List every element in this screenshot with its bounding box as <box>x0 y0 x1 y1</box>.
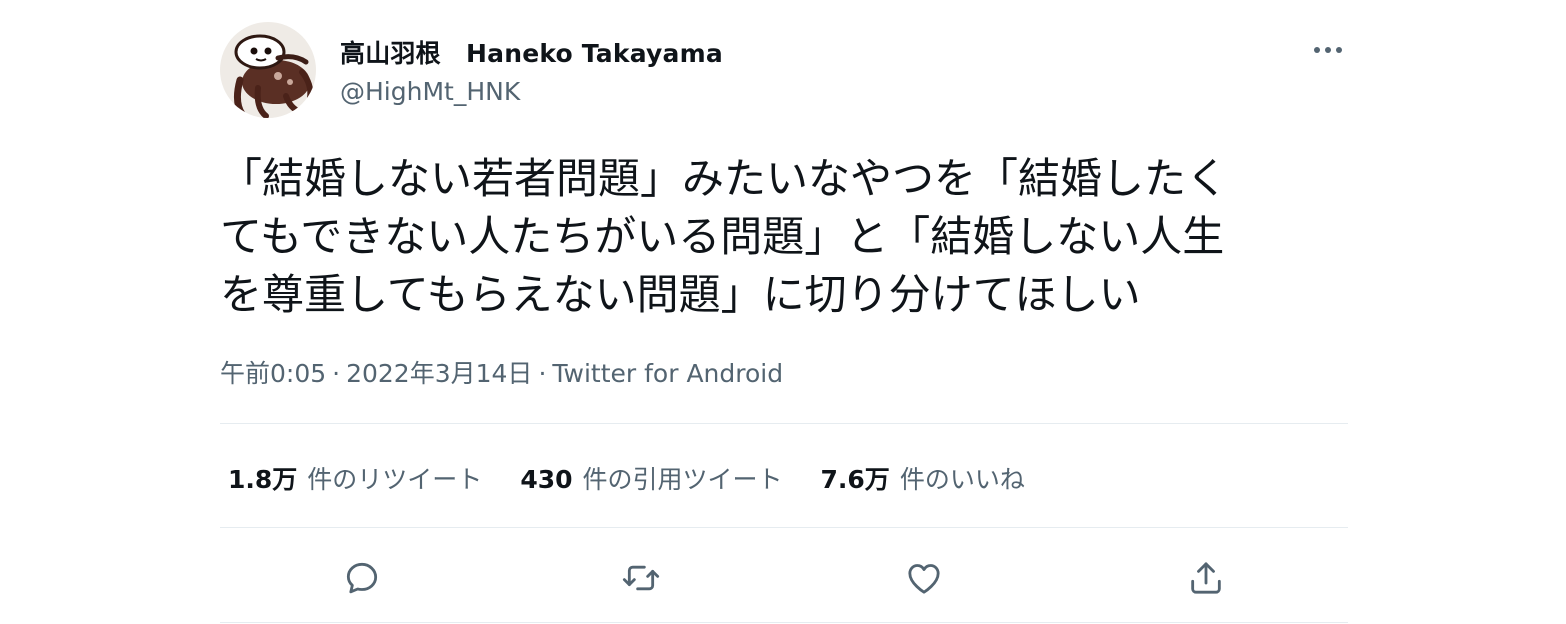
likes-stat[interactable]: 7.6万 件のいいね <box>821 460 1025 496</box>
reply-button[interactable] <box>338 554 386 602</box>
avatar-image <box>220 22 316 118</box>
tweet-card: 高山羽根 Haneko Takayama @HighMt_HNK 「結婚しない若… <box>220 0 1348 624</box>
tweet-stats: 1.8万 件のリツイート 430 件の引用ツイート 7.6万 件のいいね <box>228 460 1063 496</box>
quotes-count: 430 <box>520 465 573 494</box>
retweets-label: 件のリツイート <box>307 465 483 494</box>
divider <box>220 423 1348 424</box>
tweet-text: 「結婚しない若者問題」みたいなやつを「結婚したく てもできない人たちがいる問題」… <box>220 154 1229 319</box>
tweet-time[interactable]: 午前0:05 <box>220 359 326 388</box>
share-button[interactable] <box>1182 554 1230 602</box>
more-horizontal-icon <box>1314 47 1342 53</box>
likes-label: 件のいいね <box>899 465 1025 494</box>
tweet-source[interactable]: Twitter for Android <box>552 359 783 388</box>
author-name[interactable]: 高山羽根 Haneko Takayama <box>340 34 723 70</box>
share-icon <box>1191 562 1221 594</box>
retweet-icon <box>622 565 660 591</box>
reply-icon <box>346 562 378 594</box>
meta-separator: · <box>332 359 341 388</box>
tweet-meta: 午前0:05 · 2022年3月14日 · Twitter for Android <box>220 354 783 390</box>
retweets-stat[interactable]: 1.8万 件のリツイート <box>228 460 482 496</box>
tweet-date[interactable]: 2022年3月14日 <box>346 359 532 388</box>
more-options-button[interactable] <box>1308 32 1348 68</box>
quotes-label: 件の引用ツイート <box>582 465 783 494</box>
divider <box>220 527 1348 528</box>
retweet-button[interactable] <box>617 554 665 602</box>
author-handle[interactable]: @HighMt_HNK <box>340 77 520 106</box>
quotes-stat[interactable]: 430 件の引用ツイート <box>520 460 782 496</box>
heart-icon <box>908 564 940 594</box>
meta-separator: · <box>538 359 547 388</box>
tweet-actions <box>220 548 1348 608</box>
likes-count: 7.6万 <box>820 465 890 494</box>
like-button[interactable] <box>900 554 948 602</box>
retweets-count: 1.8万 <box>228 465 298 494</box>
divider <box>220 622 1348 623</box>
avatar[interactable] <box>220 22 316 118</box>
